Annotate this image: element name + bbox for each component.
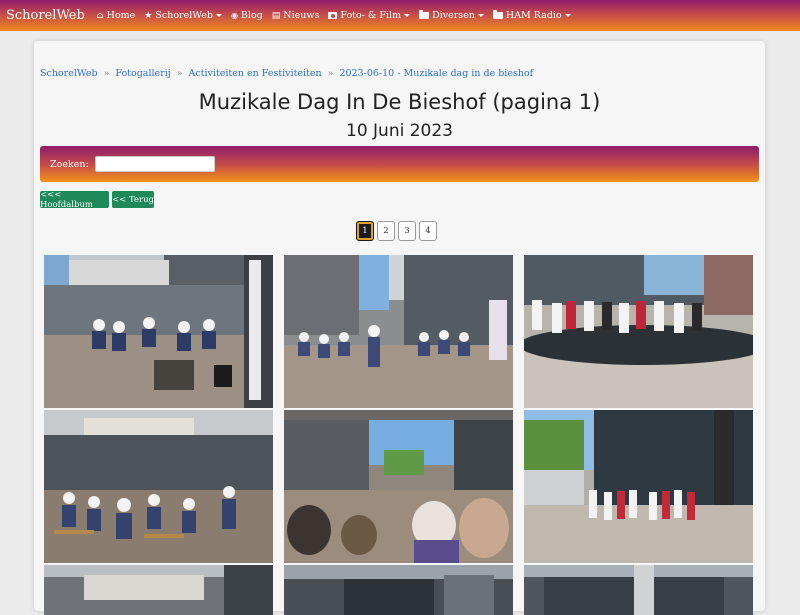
chevron-down-icon xyxy=(477,14,484,17)
photo-thumbnail[interactable] xyxy=(44,565,273,615)
back-button[interactable]: << Terug xyxy=(112,191,154,208)
nav-ham-radio[interactable]: HAM Radio xyxy=(492,10,571,21)
breadcrumb-separator: » xyxy=(103,68,110,79)
breadcrumb-item[interactable]: Activiteiten en Festiviteiten xyxy=(189,68,322,79)
nav-blog-label: Blog xyxy=(240,10,263,21)
photo-thumbnail[interactable] xyxy=(284,410,513,563)
photo-audience-street xyxy=(284,255,513,408)
brand-link[interactable]: SchorelWeb xyxy=(6,8,85,23)
home-icon: ⌂ xyxy=(96,10,104,21)
photo-arcade-partial xyxy=(284,565,513,615)
chevron-down-icon xyxy=(215,14,222,17)
photo-thumbnail[interactable] xyxy=(284,565,513,615)
breadcrumb-item[interactable]: 2023-06-10 - Muzikale dag in de bieshof xyxy=(339,68,533,79)
page-button-3[interactable]: 3 xyxy=(398,221,416,241)
pagination: 1 2 3 4 xyxy=(356,221,437,241)
photo-arcade-partial xyxy=(524,565,753,615)
nav-foto-film[interactable]: Foto- & Film xyxy=(328,10,411,21)
photo-thumbnail[interactable] xyxy=(524,565,753,615)
page-subtitle: 10 Juni 2023 xyxy=(346,121,453,141)
nav-schorelweb[interactable]: ★ SchorelWeb xyxy=(144,10,222,21)
photo-crowd-closeup xyxy=(284,410,513,563)
photo-gallery xyxy=(44,255,755,615)
nav-diversen[interactable]: Diversen xyxy=(419,10,484,21)
nav-diversen-label: Diversen xyxy=(432,10,475,21)
nav-blog[interactable]: ◉ Blog xyxy=(231,10,263,21)
search-bar: Zoeken: xyxy=(40,146,759,182)
nav-schorelweb-label: SchorelWeb xyxy=(155,10,213,21)
breadcrumb-item[interactable]: SchorelWeb xyxy=(40,68,98,79)
photo-thumbnail[interactable] xyxy=(284,255,513,408)
search-label: Zoeken: xyxy=(50,158,89,170)
star-icon: ★ xyxy=(144,10,153,21)
folder-icon xyxy=(492,10,503,19)
page-button-4[interactable]: 4 xyxy=(419,221,437,241)
photo-band-street xyxy=(44,255,273,408)
photo-thumbnail[interactable] xyxy=(524,410,753,563)
breadcrumb-separator: » xyxy=(327,68,334,79)
photo-audience-arcade xyxy=(44,410,273,563)
photo-choir-building xyxy=(524,410,753,563)
newspaper-icon: ▤ xyxy=(271,10,281,21)
nav-ham-radio-label: HAM Radio xyxy=(505,10,562,21)
breadcrumb-separator: » xyxy=(176,68,183,79)
photo-thumbnail[interactable] xyxy=(44,410,273,563)
camera-icon xyxy=(328,12,338,19)
page-button-2[interactable]: 2 xyxy=(377,221,395,241)
folder-icon xyxy=(419,10,430,19)
content-card: SchorelWeb » Fotogallerij » Activiteiten en … xyxy=(34,41,765,615)
breadcrumb-item[interactable]: Fotogallerij xyxy=(115,68,170,79)
rss-icon: ◉ xyxy=(230,11,238,20)
nav-home-label: Home xyxy=(106,10,136,21)
photo-thumbnail[interactable] xyxy=(44,255,273,408)
search-input[interactable] xyxy=(94,156,215,172)
main-album-button[interactable]: <<< Hoofdalbum xyxy=(40,190,109,210)
top-navbar: SchorelWeb ⌂ Home ★ SchorelWeb ◉ Blog ▤ … xyxy=(0,0,800,31)
photo-arcade-partial xyxy=(44,565,273,615)
page-title: Muzikale Dag In De Bieshof (pagina 1) xyxy=(198,90,601,114)
chevron-down-icon xyxy=(564,14,571,17)
breadcrumb: SchorelWeb » Fotogallerij » Activiteiten en … xyxy=(40,68,533,79)
nav-nieuws[interactable]: ▤ Nieuws xyxy=(272,10,320,21)
nav-home[interactable]: ⌂ Home xyxy=(97,10,136,21)
nav-nieuws-label: Nieuws xyxy=(283,10,320,21)
page-button-1[interactable]: 1 xyxy=(356,221,374,241)
nav-foto-film-label: Foto- & Film xyxy=(340,10,402,21)
chevron-down-icon xyxy=(404,14,411,17)
photo-thumbnail[interactable] xyxy=(524,255,753,408)
photo-choir-square xyxy=(524,255,753,408)
